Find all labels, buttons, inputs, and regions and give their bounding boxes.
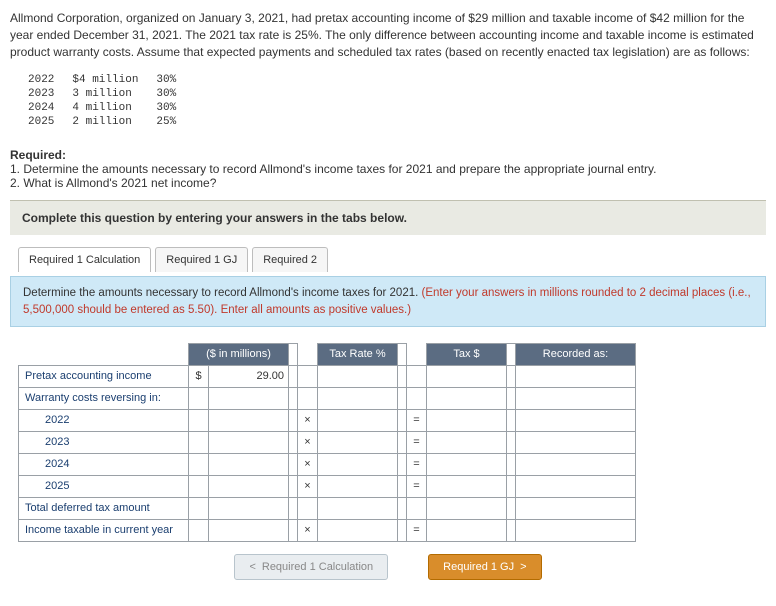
- instruction-panel: Determine the amounts necessary to recor…: [10, 276, 766, 326]
- row-pretax: Pretax accounting income $ 29.00: [19, 365, 636, 387]
- problem-intro: Allmond Corporation, organized on Januar…: [10, 10, 766, 60]
- input-pretax-amt[interactable]: 29.00: [209, 365, 289, 387]
- input-taxcy-rate[interactable]: [318, 519, 398, 541]
- complete-instruction: Complete this question by entering your …: [10, 200, 766, 235]
- calculation-table: ($ in millions) Tax Rate % Tax $ Recorde…: [18, 343, 636, 542]
- tab-required-2[interactable]: Required 2: [252, 247, 328, 272]
- input-2025-tax[interactable]: [427, 475, 507, 497]
- required-title: Required:: [10, 148, 66, 162]
- input-total-tax[interactable]: [427, 497, 507, 519]
- rate-schedule-table: 2022$4 million30% 20233 million30% 20244…: [18, 72, 186, 130]
- required-item-2: 2. What is Allmond's 2021 net income?: [10, 176, 216, 190]
- input-total-rec[interactable]: [516, 497, 636, 519]
- tab-bar: Required 1 Calculation Required 1 GJ Req…: [18, 247, 758, 272]
- input-2022-rate[interactable]: [318, 409, 398, 431]
- input-2022-tax[interactable]: [427, 409, 507, 431]
- input-2025-amt[interactable]: [209, 475, 289, 497]
- row-2022: 2022 × =: [19, 409, 636, 431]
- prev-step-button[interactable]: < Required 1 Calculation: [234, 554, 388, 580]
- col-recorded-header: Recorded as:: [516, 343, 636, 365]
- tab-required-1-gj[interactable]: Required 1 GJ: [155, 247, 248, 272]
- row-2023: 2023 × =: [19, 431, 636, 453]
- row-2025: 2025 × =: [19, 475, 636, 497]
- input-2022-rec[interactable]: [516, 409, 636, 431]
- col-rate-header: Tax Rate %: [318, 343, 398, 365]
- chevron-left-icon: <: [249, 561, 255, 573]
- chevron-right-icon: >: [520, 561, 526, 573]
- input-taxcy-amt[interactable]: [209, 519, 289, 541]
- row-taxable-current-year: Income taxable in current year × =: [19, 519, 636, 541]
- row-2024: 2024 × =: [19, 453, 636, 475]
- required-section: Required: 1. Determine the amounts neces…: [10, 148, 766, 190]
- col-amount-header: ($ in millions): [189, 343, 289, 365]
- input-2023-rec[interactable]: [516, 431, 636, 453]
- input-taxcy-tax[interactable]: [427, 519, 507, 541]
- input-2023-rate[interactable]: [318, 431, 398, 453]
- input-2023-amt[interactable]: [209, 431, 289, 453]
- input-2024-rec[interactable]: [516, 453, 636, 475]
- input-2023-tax[interactable]: [427, 431, 507, 453]
- input-2024-amt[interactable]: [209, 453, 289, 475]
- required-item-1: 1. Determine the amounts necessary to re…: [10, 162, 656, 176]
- input-2024-rate[interactable]: [318, 453, 398, 475]
- tab-required-1-calculation[interactable]: Required 1 Calculation: [18, 247, 151, 272]
- input-2025-rec[interactable]: [516, 475, 636, 497]
- row-total-deferred: Total deferred tax amount: [19, 497, 636, 519]
- row-reversing-header: Warranty costs reversing in:: [19, 387, 636, 409]
- input-2025-rate[interactable]: [318, 475, 398, 497]
- input-taxcy-rec[interactable]: [516, 519, 636, 541]
- col-tax-header: Tax $: [427, 343, 507, 365]
- next-step-button[interactable]: Required 1 GJ >: [428, 554, 541, 580]
- input-2022-amt[interactable]: [209, 409, 289, 431]
- input-2024-tax[interactable]: [427, 453, 507, 475]
